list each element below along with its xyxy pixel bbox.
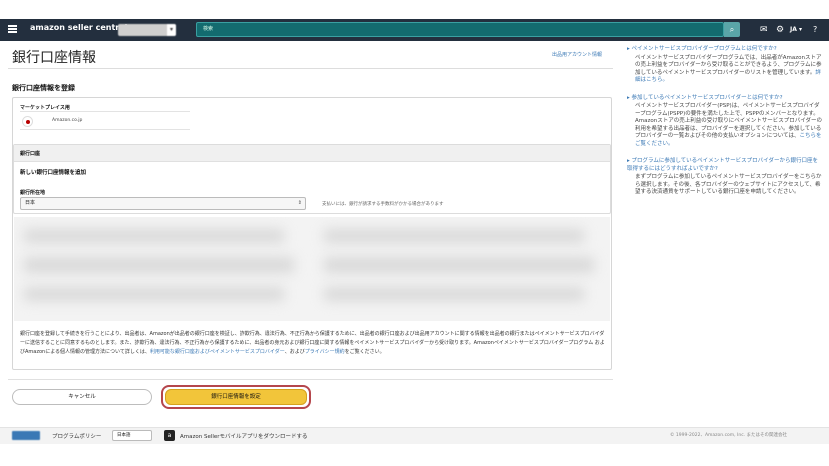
- top-navigation-bar: amazon seller central ▾ 検索 ⌕ ✉ ⚙ JA ▾ ?: [0, 19, 829, 41]
- bank-location-label: 銀行所在地: [20, 190, 46, 196]
- footer-language-select[interactable]: 日本語: [112, 430, 152, 441]
- set-bank-info-button[interactable]: 銀行口座情報を設定: [165, 389, 307, 405]
- menu-icon[interactable]: [8, 25, 17, 33]
- chevron-down-icon: ▾: [167, 24, 176, 36]
- faq-answer: ペイメントサービスプロバイダー(PSP)は、ペイメントサービスプロバイダープログ…: [635, 103, 823, 147]
- chevron-updown-icon: ⇕: [297, 200, 302, 206]
- marketplace-name: Amazon.co.jp: [52, 118, 83, 123]
- program-policy-link[interactable]: プログラムポリシー: [52, 432, 101, 440]
- redacted-form-fields: [14, 217, 610, 321]
- faq-question[interactable]: ▸ 参加しているペイメントサービスプロバイダーとは何ですか?: [627, 95, 823, 103]
- faq-answer: まずプログラムに参加しているペイメントサービスプロバイダーをこちらから選択します…: [635, 174, 822, 195]
- faq-question[interactable]: ▸ ペイメントサービスプロバイダープログラムとは何ですか?: [627, 46, 823, 54]
- help-button[interactable]: [12, 431, 40, 440]
- cancel-button[interactable]: キャンセル: [12, 389, 152, 405]
- divider: [20, 129, 190, 130]
- disclaimer-text: 銀行口座を登録して手続きを行うことにより、出品者は、Amazonが出品者の銀行口…: [20, 330, 606, 357]
- divider: [8, 379, 613, 380]
- marketplace-label: マーケットプレイス用: [20, 105, 70, 111]
- disclaimer-mid: 、および: [284, 349, 305, 355]
- bank-location-value: 日本: [25, 200, 36, 206]
- search-input[interactable]: 検索: [196, 22, 724, 37]
- privacy-link[interactable]: プライバシー規約: [305, 349, 345, 355]
- section-title: 銀行口座情報を登録: [12, 84, 75, 92]
- gear-icon[interactable]: ⚙: [776, 23, 784, 37]
- store-selector[interactable]: ▾: [118, 24, 176, 36]
- faq-question[interactable]: ▸ プログラムに参加しているペイメントサービスプロバイダーから銀行口座を取得する…: [627, 158, 823, 173]
- mobile-app-link[interactable]: Amazon Sellerモバイルアプリをダウンロードする: [180, 432, 308, 440]
- copyright: © 1999-2022、Amazon.com, Inc. またはその関連会社: [670, 433, 788, 438]
- divider: [8, 68, 613, 69]
- japan-flag-icon: [22, 116, 33, 127]
- location-note: 支払いには、銀行が請求する手数料がかかる場合があります: [322, 202, 444, 207]
- mobile-app-icon: a: [164, 430, 175, 441]
- mail-icon[interactable]: ✉: [760, 23, 768, 37]
- provider-list-link[interactable]: 利用可能な銀行口座およびペイメントサービスプロバイダー: [150, 349, 285, 355]
- divider: [20, 111, 190, 112]
- bank-account-panel-header: [14, 145, 610, 162]
- bank-location-select[interactable]: 日本 ⇕: [20, 197, 306, 210]
- search-icon[interactable]: ⌕: [724, 22, 740, 37]
- language-selector[interactable]: JA ▾: [790, 23, 802, 37]
- seller-central-logo[interactable]: amazon seller central: [30, 23, 127, 32]
- disclaimer-end: をご覧ください。: [344, 349, 385, 355]
- account-info-link[interactable]: 出品用アカウント情報: [552, 51, 602, 58]
- help-sidebar: ▸ ペイメントサービスプロバイダープログラムとは何ですか? ペイメントサービスプ…: [627, 46, 823, 207]
- bank-account-label: 銀行口座: [20, 151, 41, 157]
- add-bank-heading: 新しい銀行口座情報を追加: [20, 170, 87, 176]
- help-icon[interactable]: ?: [813, 23, 817, 37]
- faq-answer: ペイメントサービスプロバイダープログラムでは、出品者がAmazonストアの売上利…: [635, 54, 822, 84]
- page-title: 銀行口座情報: [12, 50, 96, 66]
